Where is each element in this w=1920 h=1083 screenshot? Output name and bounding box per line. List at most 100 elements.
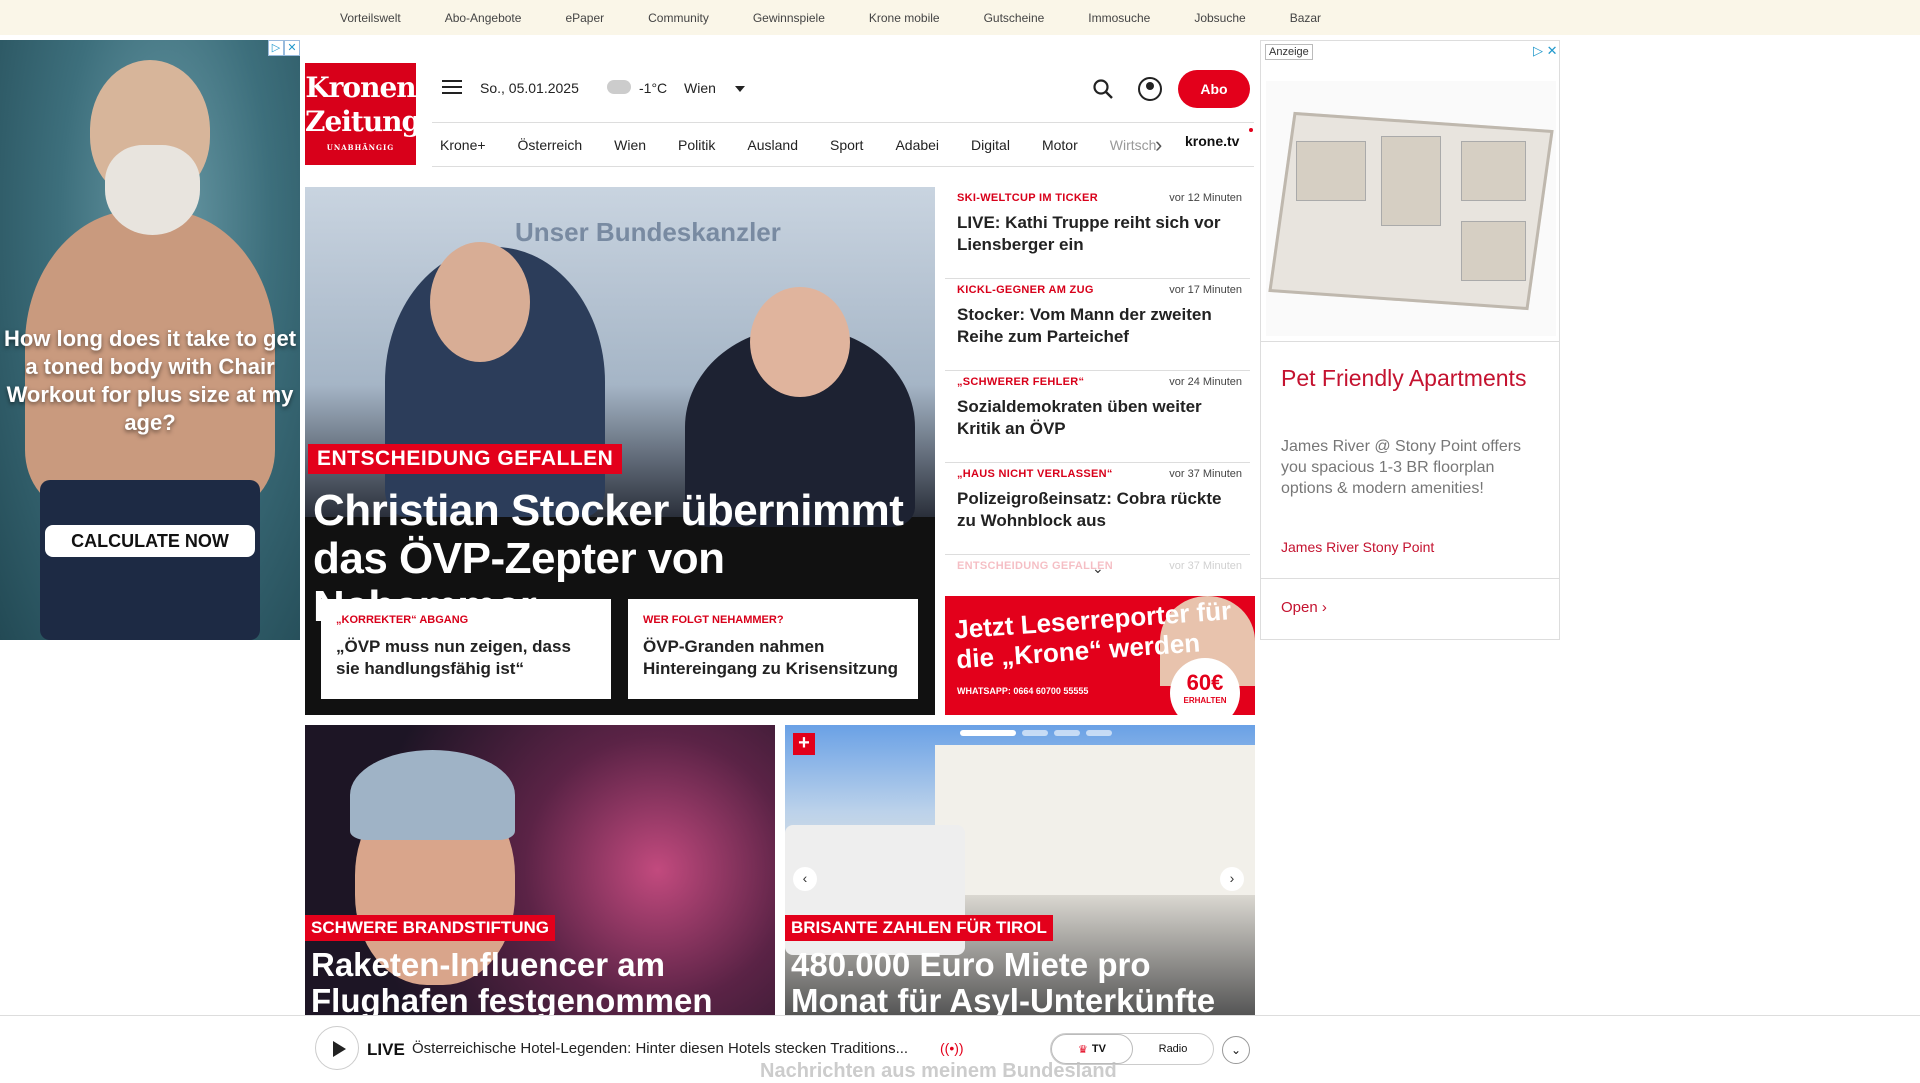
ticker-item[interactable]: KICKL-GEGNER AM ZUG vor 17 Minuten Stock… xyxy=(945,279,1250,371)
article-person-beanie xyxy=(350,750,515,840)
topbar-link[interactable]: Gutscheine xyxy=(984,11,1045,25)
ad-close-icon[interactable]: ✕ xyxy=(8,635,42,640)
city-selector[interactable]: Wien xyxy=(684,80,716,96)
ad-model-shorts xyxy=(40,480,260,640)
article-title[interactable]: Raketen-Influencer am Flughafen festgeno… xyxy=(311,947,775,1016)
header-temperature: -1°C xyxy=(639,80,668,96)
chevron-right-icon[interactable]: › xyxy=(1220,867,1244,891)
ticker-item[interactable]: „HAUS NICHT VERLASSEN“ vor 37 Minuten Po… xyxy=(945,463,1250,555)
topbar-link[interactable]: Bazar xyxy=(1290,11,1321,25)
expand-ticker-chevron-icon[interactable]: ⌄ xyxy=(1092,560,1104,577)
chevron-down-icon[interactable] xyxy=(735,86,745,92)
nav-item[interactable]: Digital xyxy=(971,137,1010,153)
article-image-building xyxy=(935,745,1255,895)
adchoices-icon[interactable]: ▷ xyxy=(268,40,284,56)
user-account-icon[interactable] xyxy=(1138,77,1162,101)
ad-headline: How long does it take to get a toned bod… xyxy=(3,326,297,435)
nav-item[interactable]: Wien xyxy=(614,137,646,153)
reward-amount: 60€ xyxy=(1186,670,1224,695)
ticker-title[interactable]: Polizeigroßeinsatz: Cobra rückte zu Wohn… xyxy=(957,488,1238,532)
ticker-title[interactable]: Stocker: Vom Mann der zweiten Reihe zum … xyxy=(957,304,1238,348)
ticker-time: vor 37 Minuten xyxy=(1169,468,1242,480)
ticker-title[interactable]: LIVE: Kathi Truppe reiht sich vor Liensb… xyxy=(957,212,1238,256)
ticker-time: vor 37 Minuten xyxy=(1169,560,1242,572)
hero-kicker: ENTSCHEIDUNG GEFALLEN xyxy=(308,444,623,474)
nav-item[interactable]: Motor xyxy=(1042,137,1078,153)
article-card[interactable]: SCHWERE BRANDSTIFTUNG Raketen-Influencer… xyxy=(305,725,775,1015)
article-card[interactable]: + ‹ › BRISANTE ZAHLEN FÜR TIROL 480.000 … xyxy=(785,725,1255,1015)
ticker-item[interactable]: „SCHWERER FEHLER“ vor 24 Minuten Soziald… xyxy=(945,371,1250,463)
top-utility-bar: Vorteilswelt Abo-Angebote ePaper Communi… xyxy=(0,0,1920,35)
hero-subarticle[interactable]: „KORREKTER“ ABGANG „ÖVP muss nun zeigen,… xyxy=(321,599,611,699)
ticker-item[interactable]: SKI-WELTCUP IM TICKER vor 12 Minuten LIV… xyxy=(945,187,1250,279)
divider xyxy=(1261,578,1559,579)
nav-item[interactable]: Sport xyxy=(830,137,863,153)
ad-headline[interactable]: Pet Friendly Apartments xyxy=(1281,363,1526,394)
chevron-down-icon[interactable]: ⌄ xyxy=(1222,1036,1250,1064)
ad-advertiser[interactable]: James River Stony Point xyxy=(1281,539,1434,555)
topbar-link[interactable]: Krone mobile xyxy=(869,11,940,25)
topbar-link[interactable]: ePaper xyxy=(565,11,604,25)
abo-button[interactable]: Abo xyxy=(1178,70,1250,108)
nav-item[interactable]: Ausland xyxy=(747,137,798,153)
topbar-link[interactable]: Gewinnspiele xyxy=(753,11,825,25)
divider xyxy=(1261,341,1559,342)
logo-line2: Zeitung xyxy=(305,105,421,138)
leserreporter-banner[interactable]: Jetzt Leserreporter für die „Krone“ werd… xyxy=(945,596,1255,715)
tv-radio-toggle[interactable]: ♛ TV Radio xyxy=(1050,1033,1214,1065)
subarticle-title[interactable]: „ÖVP muss nun zeigen, dass sie handlungs… xyxy=(336,636,596,680)
search-icon[interactable] xyxy=(1092,78,1114,100)
subarticle-title[interactable]: ÖVP-Granden nahmen Hintereingang zu Kris… xyxy=(643,636,903,680)
ad-open-link[interactable]: Open › xyxy=(1281,599,1327,616)
topbar-link[interactable]: Jobsuche xyxy=(1194,11,1245,25)
ticker-title[interactable]: Sozialdemokraten üben weiter Kritik an Ö… xyxy=(957,396,1238,440)
news-ticker-list: SKI-WELTCUP IM TICKER vor 12 Minuten LIV… xyxy=(945,187,1250,585)
chevron-right-icon[interactable]: › xyxy=(1155,132,1162,158)
hero-person-left-face xyxy=(430,242,530,362)
crown-icon: ♛ xyxy=(1078,1043,1088,1056)
article-kicker: SCHWERE BRANDSTIFTUNG xyxy=(305,915,555,941)
hero-subarticle[interactable]: WER FOLGT NEHAMMER? ÖVP-Granden nahmen H… xyxy=(628,599,918,699)
topbar-link[interactable]: Community xyxy=(648,11,709,25)
nav-item[interactable]: Adabei xyxy=(895,137,939,153)
subarticle-kicker: „KORREKTER“ ABGANG xyxy=(336,614,469,626)
logo-line1: Kronen xyxy=(305,71,416,104)
whatsapp-number: WHATSAPP: 0664 60700 55555 xyxy=(957,686,1089,696)
calculate-now-button[interactable]: CALCULATE NOW xyxy=(45,525,255,557)
ticker-time: vor 12 Minuten xyxy=(1169,192,1242,204)
left-ad-banner[interactable]: How long does it take to get a toned bod… xyxy=(0,40,300,640)
ad-open-label: Open xyxy=(1281,599,1318,616)
ad-close-icon[interactable]: ✕ xyxy=(284,40,300,56)
reward-label: ERHALTEN xyxy=(1183,696,1227,705)
nav-item-krone-tv[interactable]: krone.tv xyxy=(1185,133,1239,149)
tv-option[interactable]: ♛ TV xyxy=(1051,1034,1133,1064)
ticker-time: vor 17 Minuten xyxy=(1169,284,1242,296)
floorplan-room xyxy=(1381,136,1441,226)
play-button[interactable] xyxy=(315,1026,359,1070)
article-title[interactable]: 480.000 Euro Miete pro Monat für Asyl-Un… xyxy=(791,947,1255,1016)
live-label: LIVE xyxy=(367,1040,405,1059)
main-navigation: Krone+ Österreich Wien Politik Ausland S… xyxy=(432,122,1254,167)
carousel-dots[interactable] xyxy=(960,730,1112,736)
radio-option[interactable]: Radio xyxy=(1133,1034,1213,1064)
krone-plus-icon: + xyxy=(793,733,815,755)
floorplan-room xyxy=(1296,141,1366,201)
hero-article[interactable]: Unser Bundeskanzler ENTSCHEIDUNG GEFALLE… xyxy=(305,187,935,715)
kronen-zeitung-logo[interactable]: Kronen Zeitung UNABHÄNGIG xyxy=(305,63,421,165)
broadcast-icon: ((•)) xyxy=(940,1040,964,1056)
topbar-link[interactable]: Immosuche xyxy=(1088,11,1150,25)
adchoices-icon[interactable]: ▷ ✕ xyxy=(1533,43,1558,59)
live-player-bar: Nachrichten aus meinem Bundesland LIVE Ö… xyxy=(0,1015,1920,1082)
live-indicator-dot xyxy=(1249,128,1253,132)
chevron-left-icon[interactable]: ‹ xyxy=(793,867,817,891)
now-playing-title[interactable]: Österreichische Hotel-Legenden: Hinter d… xyxy=(412,1040,908,1057)
nav-item-truncated[interactable]: Wirtsch xyxy=(1110,137,1157,153)
right-ad-banner[interactable]: Anzeige ▷ ✕ Pet Friendly Apartments Jame… xyxy=(1260,40,1560,640)
nav-item[interactable]: Politik xyxy=(678,137,715,153)
menu-icon[interactable] xyxy=(442,80,462,96)
topbar-link[interactable]: Abo-Angebote xyxy=(445,11,522,25)
nav-item[interactable]: Österreich xyxy=(518,137,583,153)
cloud-icon xyxy=(607,80,631,94)
nav-item[interactable]: Krone+ xyxy=(440,137,486,153)
topbar-link[interactable]: Vorteilswelt xyxy=(340,11,401,25)
